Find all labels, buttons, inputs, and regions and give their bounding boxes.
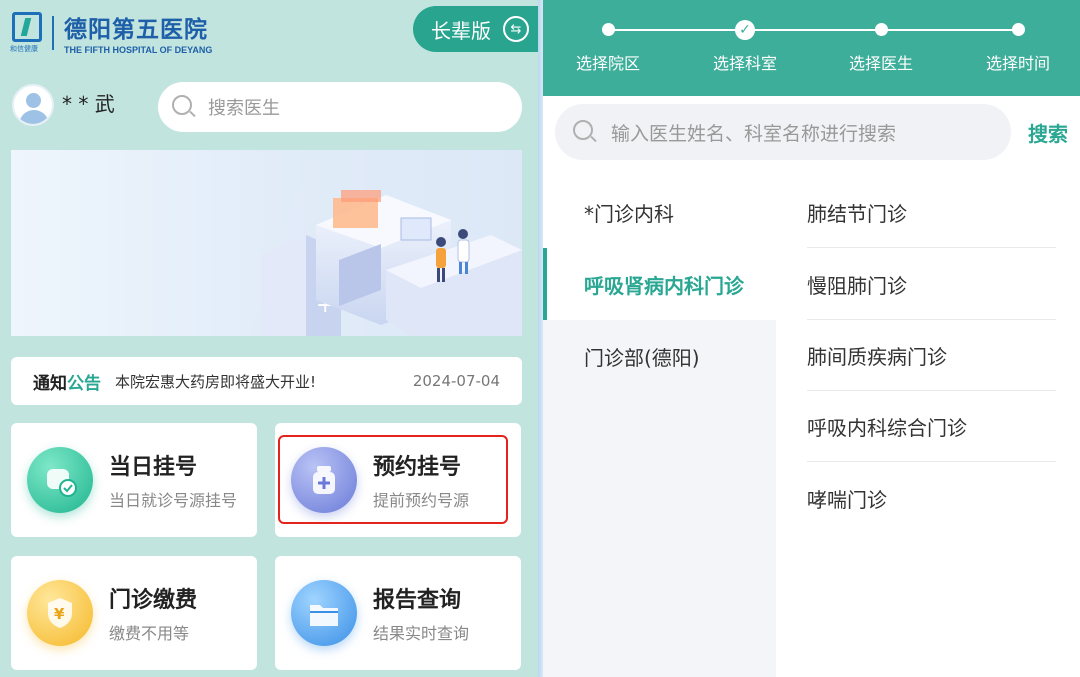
- department-item-active[interactable]: 呼吸肾病内科门诊: [543, 248, 776, 320]
- hospital-banner[interactable]: +: [11, 150, 522, 336]
- avatar[interactable]: [12, 84, 54, 126]
- step-label: 选择医生: [848, 54, 913, 73]
- step-dot: [1011, 23, 1025, 36]
- hospital-illustration: +: [11, 150, 522, 336]
- step-label: 选择科室: [712, 54, 777, 73]
- search-button[interactable]: 搜索: [1028, 118, 1068, 147]
- step-dot: [874, 23, 888, 36]
- highlight-frame: [278, 435, 508, 524]
- search-placeholder: 搜索医生: [208, 98, 280, 119]
- department-selection-panel: 选择院区 ✓ 选择科室 选择医生 选择时间 输入医生姓名、科室名称进行搜索 搜索…: [543, 0, 1080, 677]
- clock-check-icon: [27, 447, 93, 513]
- outpatient-payment-card[interactable]: ¥ 门诊缴费 缴费不用等: [11, 556, 257, 670]
- logo-mark-icon: 和信健康: [10, 11, 46, 54]
- announcement-label: 公告: [67, 373, 101, 394]
- elder-mode-label: 长辈版: [431, 18, 491, 43]
- clinic-item[interactable]: 肺结节门诊: [807, 177, 1056, 248]
- step-select-department[interactable]: ✓ 选择科室: [685, 20, 805, 74]
- step-select-campus[interactable]: 选择院区: [548, 20, 668, 74]
- clinic-item[interactable]: 肺间质疾病门诊: [807, 320, 1056, 391]
- search-icon: [172, 95, 196, 119]
- card-subtitle: 当日就诊号源挂号: [109, 491, 238, 510]
- yuan-glyph: ¥: [54, 605, 65, 623]
- same-day-registration-card[interactable]: 当日挂号 当日就诊号源挂号: [11, 423, 257, 537]
- card-title: 当日挂号: [109, 455, 198, 480]
- department-item[interactable]: *门诊内科: [543, 176, 776, 248]
- swap-arrows-icon: ⇆: [503, 16, 529, 42]
- card-subtitle: 结果实时查询: [373, 624, 470, 643]
- clinic-item[interactable]: 哮喘门诊: [807, 463, 1056, 534]
- search-icon: [573, 120, 597, 144]
- progress-steps: 选择院区 ✓ 选择科室 选择医生 选择时间: [543, 0, 1080, 96]
- home-panel: 和信健康 德阳第五医院 THE FIFTH HOSPITAL OF DEYANG…: [0, 0, 538, 677]
- search-placeholder: 输入医生姓名、科室名称进行搜索: [611, 122, 897, 145]
- elder-mode-button[interactable]: 长辈版 ⇆: [413, 6, 538, 52]
- step-label: 选择时间: [985, 54, 1050, 73]
- doctor-search-input[interactable]: 搜索医生: [158, 82, 522, 132]
- department-item[interactable]: 门诊部(德阳): [543, 320, 776, 392]
- notice-label: 通知: [33, 373, 67, 394]
- step-select-time[interactable]: 选择时间: [958, 20, 1078, 74]
- user-name: * * 武: [62, 92, 115, 116]
- check-icon: ✓: [735, 20, 755, 40]
- announcement-bar[interactable]: 通知 公告 本院宏惠大药房即将盛大开业! 2024-07-04: [11, 357, 522, 405]
- report-query-card[interactable]: 报告查询 结果实时查询: [275, 556, 521, 670]
- announcement-message: 本院宏惠大药房即将盛大开业!: [115, 372, 317, 391]
- announcement-date: 2024-07-04: [412, 372, 500, 390]
- step-label: 选择院区: [575, 54, 640, 73]
- department-search-input[interactable]: 输入医生姓名、科室名称进行搜索: [555, 104, 1011, 160]
- yuan-shield-icon: ¥: [27, 580, 93, 646]
- folder-icon: [291, 580, 357, 646]
- hospital-name-cn: 德阳第五医院: [64, 17, 208, 43]
- step-select-doctor[interactable]: 选择医生: [821, 20, 941, 74]
- clinic-item[interactable]: 呼吸内科综合门诊: [807, 391, 1056, 462]
- step-dot: [601, 23, 615, 36]
- card-title: 门诊缴费: [109, 588, 198, 613]
- card-subtitle: 缴费不用等: [109, 624, 190, 643]
- card-title: 报告查询: [373, 588, 462, 613]
- hospital-logo: 和信健康 德阳第五医院 THE FIFTH HOSPITAL OF DEYANG: [10, 10, 212, 55]
- clinic-item[interactable]: 慢阻肺门诊: [807, 249, 1056, 320]
- hospital-name-en: THE FIFTH HOSPITAL OF DEYANG: [64, 45, 213, 55]
